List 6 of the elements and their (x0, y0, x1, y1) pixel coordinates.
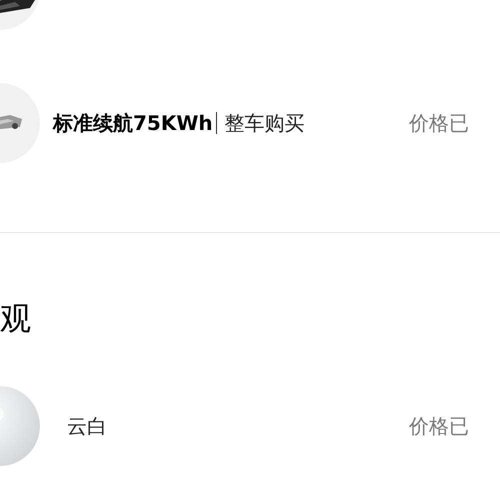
color-name: 云白 (67, 413, 107, 440)
section-title: 观 (0, 300, 31, 339)
price-note: 价格已 (409, 413, 469, 440)
version-name: 标准续航75KWh (53, 110, 213, 137)
purchase-type: 整车购买 (224, 110, 305, 137)
price-note: 价格已 (409, 110, 469, 137)
